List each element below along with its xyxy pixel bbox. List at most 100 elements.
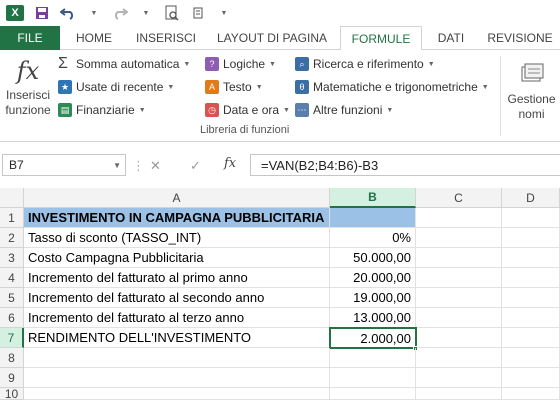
cell-a3[interactable]: Costo Campagna Pubblicitaria (24, 248, 330, 268)
row-header[interactable]: 2 (0, 228, 24, 248)
more-functions-button[interactable]: ⋯ Altre funzioni ▼ (295, 100, 393, 120)
name-box[interactable]: B7 ▼ (2, 154, 126, 176)
cell-d5[interactable] (502, 288, 560, 308)
tab-inserisci[interactable]: INSERISCI (128, 26, 204, 50)
cell-d3[interactable] (502, 248, 560, 268)
cancel-icon[interactable]: ✕ (150, 158, 161, 174)
tab-dati[interactable]: DATI (422, 26, 480, 50)
cell-c5[interactable] (416, 288, 502, 308)
name-manager-icon (503, 54, 560, 92)
column-header-c[interactable]: C (416, 188, 502, 208)
lookup-reference-label: Ricerca e riferimento (313, 57, 424, 71)
name-box-value: B7 (9, 158, 24, 172)
cell-a5[interactable]: Incremento del fatturato al secondo anno (24, 288, 330, 308)
row-header[interactable]: 7 (0, 328, 24, 348)
cell-b1[interactable] (330, 208, 416, 228)
print-preview-icon[interactable] (164, 5, 180, 21)
group-separator (500, 56, 501, 136)
cell-d9[interactable] (502, 368, 560, 388)
cell-b2[interactable]: 0% (330, 228, 416, 248)
tab-revisione[interactable]: REVISIONE (480, 26, 560, 50)
date-time-button[interactable]: ◷ Data e ora ▼ (205, 100, 290, 120)
math-trig-button[interactable]: θ Matematiche e trigonometriche ▼ (295, 77, 489, 97)
logical-button[interactable]: ? Logiche ▼ (205, 54, 276, 74)
row-header[interactable]: 3 (0, 248, 24, 268)
cell-a4[interactable]: Incremento del fatturato al primo anno (24, 268, 330, 288)
cell-b8[interactable] (330, 348, 416, 368)
cell-b6[interactable]: 13.000,00 (330, 308, 416, 328)
insert-function-label-2: funzione (5, 103, 51, 117)
cell-c1[interactable] (416, 208, 502, 228)
insert-function-button[interactable]: fx Inserisci funzione (2, 54, 54, 118)
cell-b3[interactable]: 50.000,00 (330, 248, 416, 268)
cell-b9[interactable] (330, 368, 416, 388)
redo-dropdown-icon[interactable]: ▼ (138, 5, 154, 21)
chevron-down-icon: ▼ (269, 60, 276, 68)
cell-d8[interactable] (502, 348, 560, 368)
cell-c6[interactable] (416, 308, 502, 328)
name-manager-button[interactable]: Gestione nomi (503, 54, 560, 122)
financial-button[interactable]: ▤ Finanziarie ▼ (58, 100, 146, 120)
row-header[interactable]: 6 (0, 308, 24, 328)
tab-layout-di-pagina[interactable]: LAYOUT DI PAGINA (204, 26, 340, 50)
more-options-icon[interactable]: ⋮ (132, 158, 145, 174)
cell-a9[interactable] (24, 368, 330, 388)
cell-c4[interactable] (416, 268, 502, 288)
select-all-corner[interactable] (0, 188, 24, 208)
customize-icon[interactable] (190, 5, 206, 21)
row-header[interactable]: 1 (0, 208, 24, 228)
cell-d6[interactable] (502, 308, 560, 328)
formula-input[interactable]: =VAN(B2;B4:B6)-B3 (250, 154, 560, 176)
row-header[interactable]: 8 (0, 348, 24, 368)
tab-home[interactable]: HOME (60, 26, 128, 50)
tab-formule[interactable]: FORMULE (340, 26, 422, 51)
undo-dropdown-icon[interactable]: ▼ (86, 5, 102, 21)
cell-d7[interactable] (502, 328, 560, 348)
name-manager-label-1: Gestione (507, 92, 556, 106)
fx-icon: fx (16, 57, 40, 85)
cell-a7[interactable]: RENDIMENTO DELL'INVESTIMENTO (24, 328, 330, 348)
qat-dropdown-icon[interactable]: ▼ (216, 5, 232, 21)
cell-c9[interactable] (416, 368, 502, 388)
column-header-a[interactable]: A (24, 188, 330, 208)
column-header-d[interactable]: D (502, 188, 560, 208)
cell-d1[interactable] (502, 208, 560, 228)
cell-a1[interactable]: INVESTIMENTO IN CAMPAGNA PUBBLICITARIA (24, 208, 330, 228)
recently-used-button[interactable]: ★ Usate di recente ▼ (58, 77, 174, 97)
text-button[interactable]: A Testo ▼ (205, 77, 263, 97)
more-functions-label: Altre funzioni (313, 103, 383, 117)
chevron-down-icon[interactable]: ▼ (113, 161, 121, 170)
column-header-b[interactable]: B (330, 188, 416, 208)
row-header[interactable]: 5 (0, 288, 24, 308)
cell-a8[interactable] (24, 348, 330, 368)
clock-icon: ◷ (205, 103, 219, 117)
spreadsheet-grid: A B C D 1 2 3 4 5 6 7 8 9 10 INVESTIMENT… (0, 188, 560, 400)
cell-c3[interactable] (416, 248, 502, 268)
enter-icon[interactable]: ✓ (190, 158, 201, 174)
cell-b4[interactable]: 20.000,00 (330, 268, 416, 288)
cell-d10[interactable] (502, 388, 560, 400)
cell-c2[interactable] (416, 228, 502, 248)
insert-function-icon[interactable]: fx (224, 156, 236, 171)
row-header[interactable]: 10 (0, 387, 24, 400)
cell-c7[interactable] (417, 328, 502, 348)
cell-d2[interactable] (502, 228, 560, 248)
cell-b10[interactable] (330, 388, 416, 400)
row-header[interactable]: 9 (0, 368, 24, 388)
cell-a6[interactable]: Incremento del fatturato al terzo anno (24, 308, 330, 328)
redo-icon[interactable] (112, 5, 128, 21)
autosum-label: Somma automatica (76, 57, 180, 71)
cell-a10[interactable] (24, 388, 330, 400)
autosum-button[interactable]: Σ Somma automatica ▼ (58, 54, 190, 74)
lookup-reference-button[interactable]: ⌕ Ricerca e riferimento ▼ (295, 54, 435, 74)
undo-icon[interactable] (60, 5, 76, 21)
cell-c8[interactable] (416, 348, 502, 368)
cell-a2[interactable]: Tasso di sconto (TASSO_INT) (24, 228, 330, 248)
cell-b7[interactable]: 2.000,00 (329, 327, 417, 349)
save-icon[interactable] (34, 5, 50, 21)
cell-b5[interactable]: 19.000,00 (330, 288, 416, 308)
row-header[interactable]: 4 (0, 268, 24, 288)
cell-c10[interactable] (416, 388, 502, 400)
tab-file[interactable]: FILE (0, 26, 60, 50)
cell-d4[interactable] (502, 268, 560, 288)
